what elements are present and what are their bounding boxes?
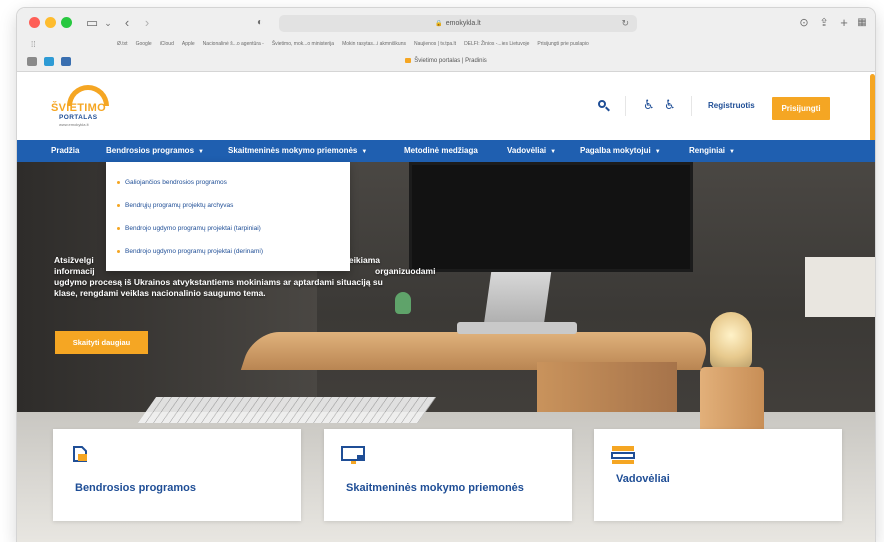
bookmark-item[interactable]: Švietimo, mok...o ministerija [272,41,334,47]
chevron-down-icon: ▼ [198,149,204,155]
nav-item-renginiai[interactable]: Renginiai ▼ [689,140,735,162]
chevron-down-icon: ▼ [550,149,557,155]
chevron-down-icon: ▼ [361,149,368,155]
nav-item-pradzia[interactable]: Pradžia [51,140,79,162]
tab-overview-icon[interactable]: ▦ [855,14,869,32]
bookmark-item[interactable]: Google [136,41,152,47]
wheelchair-icon[interactable]: ♿ [664,97,676,113]
read-more-button[interactable]: Skaityti daugiau [55,331,148,354]
new-tab-icon[interactable]: + [837,14,851,32]
bookmark-item[interactable]: Prisijungti prie puslapio [537,41,588,47]
dropdown-item-tarpiniai[interactable]: Bendrojo ugdymo programų projektai (tarp… [106,217,350,240]
browser-window: ▭ ⌄ ‹ › ◐ 🔒 emokykla.lt ↻ ⊙ ⇪ + ▦ ⁞⁞ Ø.tx… [17,8,875,542]
dropdown-item-derinami[interactable]: Bendrojo ugdymo programų projektai (deri… [106,240,350,263]
nav-item-pagalba-mokytojui[interactable]: Pagalba mokytojui ▼ [580,140,661,162]
card-title: Skaitmeninės mokymo priemonės [346,482,524,494]
monitor-icon [341,446,365,464]
address-text: emokykla.lt [445,20,481,27]
privacy-shield-icon[interactable]: ◐ [253,14,267,32]
chevron-down-icon: ▼ [729,149,735,155]
lock-icon: 🔒 [435,21,443,27]
favicon-icon [405,58,412,63]
browser-toolbar: ▭ ⌄ ‹ › ◐ 🔒 emokykla.lt ↻ ⊙ ⇪ + ▦ [17,8,875,38]
minimize-window-button[interactable] [45,17,56,28]
register-link[interactable]: Registruotis [708,101,755,110]
browser-chrome: ▭ ⌄ ‹ › ◐ 🔒 emokykla.lt ↻ ⊙ ⇪ + ▦ ⁞⁞ Ø.tx… [17,8,875,72]
downloads-icon[interactable]: ⊙ [797,14,811,32]
card-title: Vadovėliai [616,473,670,485]
bookmark-item[interactable]: Apple [182,41,195,47]
document-icon [73,446,87,462]
tab-bar: Švietimo portalas | Pradinis [17,53,875,72]
books-icon [611,446,635,464]
zoom-window-button[interactable] [61,17,72,28]
dropdown-item-archyvas[interactable]: Bendrųjų programų projektų archyvas [106,194,350,217]
reload-icon[interactable]: ↻ [621,15,629,32]
nav-item-metodine-medziaga[interactable]: Metodinė medžiaga [404,140,478,162]
login-button[interactable]: Prisijungti [772,97,830,120]
hero-lamp-bulb [710,312,752,370]
nav-item-vadoveliai[interactable]: Vadovėliai ▼ [507,140,556,162]
bullet-icon [117,250,120,253]
card-title: Bendrosios programos [75,482,197,494]
search-icon[interactable] [598,100,610,112]
dropdown-item-galiojancios[interactable]: Galiojančios bendrosios programos [106,171,350,194]
card-bendrosios-programos[interactable]: Bendrosios programos [53,429,301,521]
share-icon[interactable]: ⇪ [817,14,831,32]
bookmarks-bar: ⁞⁞ Ø.txt Google iCloud Apple Nacionalinė š..… [17,38,875,53]
site-logo[interactable]: ŠVIETIMO PORTALAS www.emokykla.lt [51,85,125,131]
close-window-button[interactable] [29,17,40,28]
nav-item-bendrosios-programos[interactable]: Bendrosios programos ▼ [106,140,204,162]
forward-icon[interactable]: › [141,14,153,32]
header-divider [625,96,626,116]
bookmark-item[interactable]: iCloud [160,41,174,47]
logo-sub-text: PORTALAS [59,114,98,121]
bullet-icon [117,204,120,207]
header-divider [691,96,692,116]
bullet-icon [117,227,120,230]
bookmark-item[interactable]: Nacionalinė š...o agentūra - [203,41,264,47]
hero-monitor-base [457,322,577,334]
main-nav: Pradžia Bendrosios programos ▼ Skaitmenin… [17,140,875,162]
sidebar-toggle-icon[interactable]: ▭ [83,14,101,32]
bookmarks-grid-icon[interactable]: ⁞⁞ [31,40,35,49]
address-bar[interactable]: 🔒 emokykla.lt ↻ [279,15,637,32]
chevron-down-icon[interactable]: ⌄ [103,14,113,32]
accessibility-icon[interactable]: ♿ [643,97,655,113]
bookmark-list: Ø.txt Google iCloud Apple Nacionalinė š...o … [117,41,589,47]
active-tab[interactable]: Švietimo portalas | Pradinis [17,58,875,64]
bendrosios-programos-dropdown: Galiojančios bendrosios programos Bendrų… [106,162,350,271]
card-vadoveliai[interactable]: Vadovėliai [594,429,842,521]
nav-item-skaitmenines-priemones[interactable]: Skaitmeninės mokymo priemonės ▼ [228,140,367,162]
bullet-icon [117,181,120,184]
bookmark-item[interactable]: Ø.txt [117,41,128,47]
chevron-down-icon: ▼ [654,149,661,155]
bookmark-item[interactable]: Naujienos | tv.tpa.lt [414,41,456,47]
logo-url-text: www.emokykla.lt [59,122,89,127]
card-skaitmenines-priemones[interactable]: Skaitmeninės mokymo priemonės [324,429,572,521]
bookmark-item[interactable]: Mokin rasytas...i akmniškuns [342,41,406,47]
hero-keyboard [137,397,437,423]
hero-shelf [805,257,875,317]
site-header: ŠVIETIMO PORTALAS www.emokykla.lt ♿ ♿ Re… [17,72,875,140]
logo-main-text: ŠVIETIMO [51,102,106,114]
bookmark-item[interactable]: DELFI: Žinios -...ies Lietuvoje [464,41,529,47]
back-icon[interactable]: ‹ [121,14,133,32]
active-tab-title: Švietimo portalas | Pradinis [414,58,487,65]
